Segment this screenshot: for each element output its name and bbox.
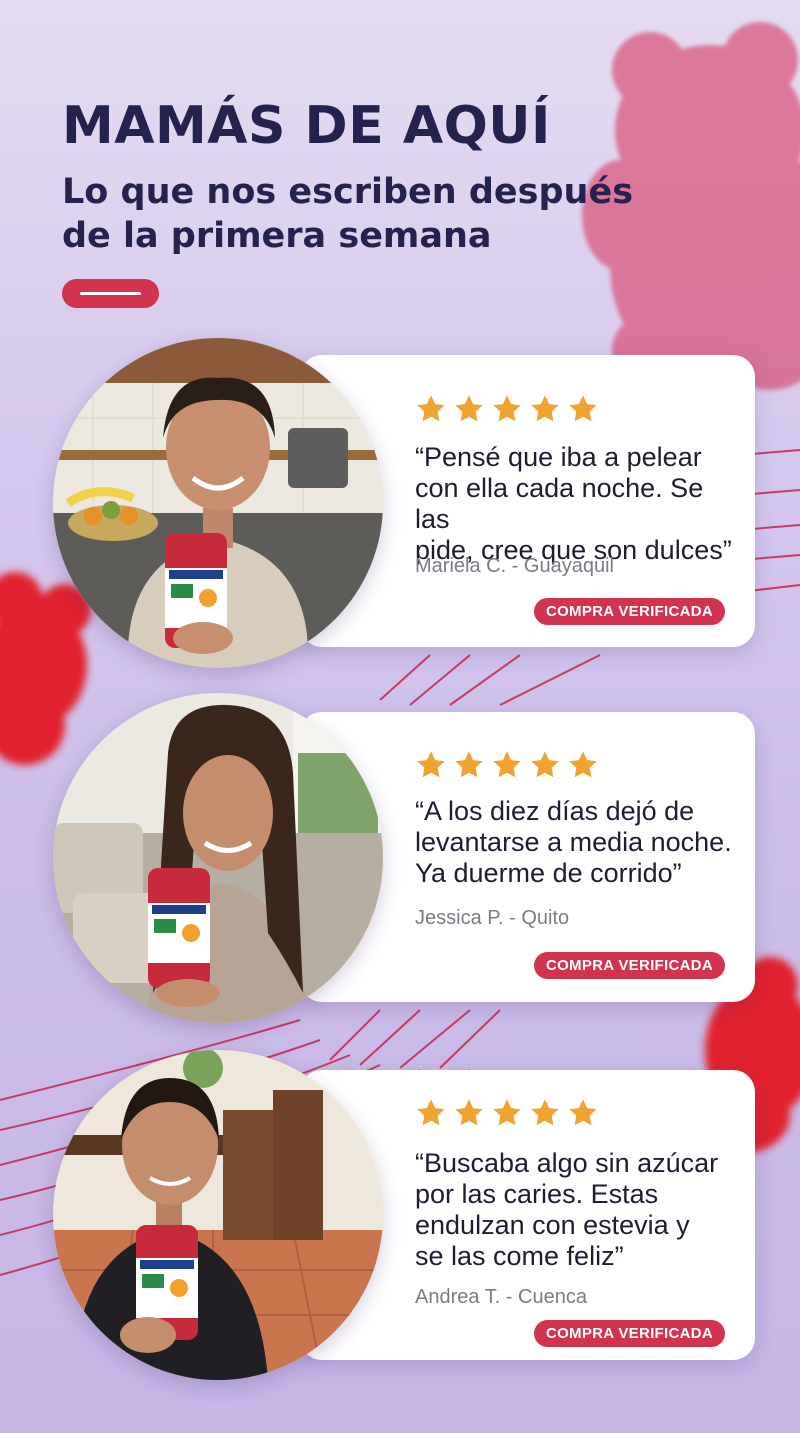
customer-photo [53, 1050, 383, 1380]
quote-line: “A los diez días dejó de [415, 796, 695, 826]
page-title: MAMÁS DE AQUÍ [62, 96, 551, 156]
star-icon [569, 751, 597, 778]
gummy-bear-icon [0, 572, 91, 765]
star-icon [493, 751, 521, 778]
star-icon [417, 395, 445, 422]
verified-purchase-badge: COMPRA VERIFICADA [533, 1320, 725, 1347]
quote-line: por las caries. Estas [415, 1179, 659, 1209]
subtitle-line: Lo que nos escriben después [62, 172, 634, 212]
star-rating [415, 393, 599, 425]
quote-line: con ella cada noche. Se las [415, 473, 704, 534]
review-author: Jessica P. - Quito [415, 907, 570, 929]
review-author: Andrea T. - Cuenca [415, 1286, 587, 1308]
page-subtitle: Lo que nos escriben después de la primer… [62, 170, 633, 258]
star-icon [569, 1099, 597, 1126]
star-icon [493, 395, 521, 422]
star-rating [415, 749, 599, 781]
star-icon [455, 395, 483, 422]
review-author: Mariela C. - Guayaquil [415, 555, 614, 577]
quote-line: Ya duerme de corrido” [415, 858, 682, 888]
quote-line: “Buscaba algo sin azúcar [415, 1148, 719, 1178]
review-quote: “Buscaba algo sin azúcar por las caries.… [415, 1148, 745, 1272]
star-icon [531, 395, 559, 422]
star-icon [455, 751, 483, 778]
customer-photo [53, 693, 383, 1023]
verified-purchase-badge: COMPRA VERIFICADA [533, 598, 725, 625]
star-icon [493, 1099, 521, 1126]
star-icon [417, 751, 445, 778]
star-icon [417, 1099, 445, 1126]
header: MAMÁS DE AQUÍ Lo que nos escriben despué… [62, 100, 633, 258]
accent-pill [62, 279, 159, 308]
review-quote: “Pensé que iba a pelear con ella cada no… [415, 442, 745, 566]
star-icon [531, 1099, 559, 1126]
subtitle-line: de la primera semana [62, 216, 492, 256]
quote-line: se las come feliz” [415, 1241, 624, 1271]
verified-purchase-badge: COMPRA VERIFICADA [533, 952, 725, 979]
quote-line: endulzan con estevia y [415, 1210, 690, 1240]
star-icon [455, 1099, 483, 1126]
star-icon [569, 395, 597, 422]
quote-line: “Pensé que iba a pelear [415, 442, 702, 472]
star-rating [415, 1097, 599, 1129]
quote-line: levantarse a media noche. [415, 827, 732, 857]
customer-photo [53, 338, 383, 668]
review-quote: “A los diez días dejó de levantarse a me… [415, 796, 745, 889]
star-icon [531, 751, 559, 778]
